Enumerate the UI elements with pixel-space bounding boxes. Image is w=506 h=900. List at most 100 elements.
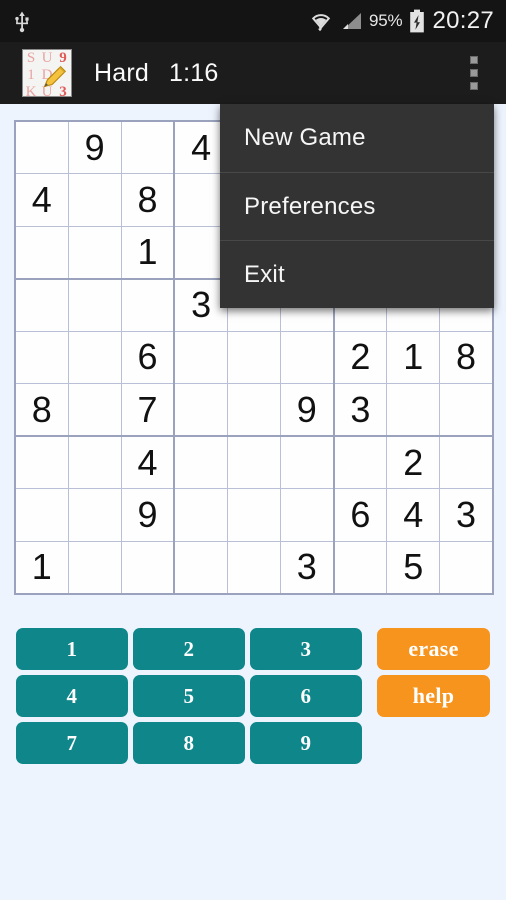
usb-icon (14, 9, 30, 33)
sudoku-cell[interactable] (120, 277, 175, 332)
sudoku-cell[interactable] (386, 383, 441, 437)
sudoku-cell[interactable]: 2 (386, 435, 441, 489)
sudoku-cell[interactable] (173, 435, 228, 489)
overflow-popup-menu[interactable]: New Game Preferences Exit (220, 104, 494, 308)
sudoku-cell[interactable]: 6 (332, 488, 388, 542)
sudoku-cell[interactable]: 3 (279, 540, 335, 595)
sudoku-cell[interactable] (13, 330, 69, 384)
sudoku-cell[interactable] (120, 540, 175, 595)
status-bar: 95% 20:27 (0, 0, 506, 42)
sudoku-cell[interactable]: 9 (120, 488, 175, 542)
sudoku-row: 42 (13, 435, 494, 489)
number-button-3[interactable]: 3 (250, 628, 362, 670)
number-button-1[interactable]: 1 (16, 628, 128, 670)
sudoku-app-screen: 95% 20:27 S U 9 1 D K U 3 Hard 1:16 9 4 … (0, 0, 506, 900)
menu-item-preferences[interactable]: Preferences (220, 172, 494, 240)
sudoku-cell[interactable] (279, 488, 335, 542)
help-button[interactable]: help (377, 675, 490, 717)
battery-percent-label: 95% (369, 11, 403, 30)
sudoku-app-icon: S U 9 1 D K U 3 (22, 49, 72, 97)
sudoku-row: 87 93 (13, 383, 494, 437)
sudoku-cell[interactable] (67, 277, 122, 332)
sudoku-cell[interactable]: 3 (332, 383, 388, 437)
action-bar: S U 9 1 D K U 3 Hard 1:16 (0, 42, 506, 104)
difficulty-label: Hard (94, 58, 149, 87)
overflow-dot (470, 82, 478, 90)
sudoku-cell[interactable]: 5 (386, 540, 441, 595)
sudoku-cell[interactable] (226, 383, 281, 437)
menu-item-exit[interactable]: Exit (220, 240, 494, 308)
status-bar-left (14, 9, 30, 33)
sudoku-cell[interactable]: 8 (120, 173, 175, 227)
app-icon-glyph: K (25, 84, 37, 97)
sudoku-cell[interactable] (67, 488, 122, 542)
number-button-8[interactable]: 8 (133, 722, 245, 764)
number-button-9[interactable]: 9 (250, 722, 362, 764)
sudoku-cell[interactable] (332, 435, 388, 489)
wifi-icon (309, 10, 333, 32)
sudoku-cell[interactable] (67, 435, 122, 489)
sudoku-cell[interactable]: 4 (13, 173, 69, 227)
status-bar-right: 95% 20:27 (309, 7, 494, 35)
sudoku-cell[interactable] (67, 540, 122, 595)
sudoku-cell[interactable] (67, 225, 122, 279)
number-button-2[interactable]: 2 (133, 628, 245, 670)
sudoku-cell[interactable] (120, 120, 175, 174)
sudoku-cell[interactable] (13, 225, 69, 279)
number-button-7[interactable]: 7 (16, 722, 128, 764)
sudoku-cell[interactable] (226, 330, 281, 384)
sudoku-cell[interactable] (13, 120, 69, 174)
sudoku-cell[interactable] (226, 435, 281, 489)
sudoku-cell[interactable]: 6 (120, 330, 175, 384)
cellular-signal-icon (340, 11, 362, 31)
number-button-4[interactable]: 4 (16, 675, 128, 717)
menu-item-new-game[interactable]: New Game (220, 104, 494, 172)
sudoku-cell[interactable] (332, 540, 388, 595)
sudoku-cell[interactable] (173, 383, 228, 437)
sudoku-cell[interactable]: 2 (332, 330, 388, 384)
sudoku-cell[interactable] (439, 435, 494, 489)
sudoku-cell[interactable] (226, 488, 281, 542)
action-buttons: erase help (377, 628, 490, 717)
sudoku-cell[interactable] (13, 435, 69, 489)
sudoku-cell[interactable]: 3 (439, 488, 494, 542)
sudoku-cell[interactable]: 1 (386, 330, 441, 384)
sudoku-row: 9 643 (13, 488, 494, 542)
timer-label: 1:16 (169, 58, 219, 87)
sudoku-cell[interactable]: 9 (279, 383, 335, 437)
sudoku-cell[interactable] (67, 173, 122, 227)
overflow-dot (470, 56, 478, 64)
pencil-icon (43, 65, 67, 88)
sudoku-cell[interactable]: 7 (120, 383, 175, 437)
sudoku-cell[interactable] (67, 330, 122, 384)
sudoku-cell[interactable] (173, 488, 228, 542)
sudoku-cell[interactable] (439, 383, 494, 437)
app-icon-glyph: S (26, 50, 36, 66)
sudoku-cell[interactable] (279, 435, 335, 489)
sudoku-cell[interactable] (173, 540, 228, 595)
sudoku-cell[interactable]: 4 (386, 488, 441, 542)
erase-button[interactable]: erase (377, 628, 490, 670)
number-button-6[interactable]: 6 (250, 675, 362, 717)
keypad-row: 7 8 9 (16, 722, 490, 764)
sudoku-cell[interactable]: 1 (13, 540, 69, 595)
sudoku-row: 6 218 (13, 330, 494, 384)
status-bar-clock: 20:27 (432, 7, 494, 34)
app-icon-glyph: 1 (27, 67, 35, 83)
sudoku-cell[interactable]: 4 (120, 435, 175, 489)
overflow-menu-icon[interactable] (452, 47, 496, 99)
sudoku-cell[interactable] (439, 540, 494, 595)
overflow-dot (470, 69, 478, 77)
sudoku-cell[interactable] (13, 488, 69, 542)
sudoku-cell[interactable]: 1 (120, 225, 175, 279)
sudoku-cell[interactable] (279, 330, 335, 384)
sudoku-cell[interactable]: 8 (439, 330, 494, 384)
number-button-5[interactable]: 5 (133, 675, 245, 717)
sudoku-cell[interactable] (226, 540, 281, 595)
sudoku-cell[interactable] (173, 330, 228, 384)
battery-charging-icon (409, 9, 425, 33)
sudoku-cell[interactable] (13, 277, 69, 332)
sudoku-cell[interactable]: 9 (67, 120, 122, 174)
sudoku-cell[interactable]: 8 (13, 383, 69, 437)
sudoku-cell[interactable] (67, 383, 122, 437)
